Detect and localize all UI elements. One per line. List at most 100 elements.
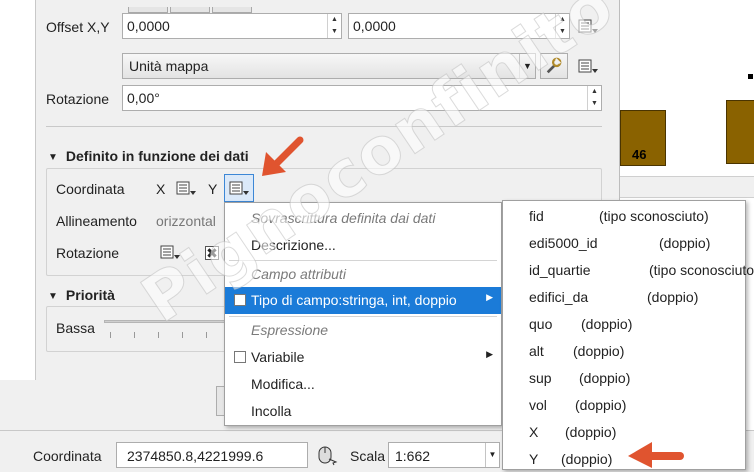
field-type: (doppio)	[565, 424, 617, 440]
priority-low-label: Bassa	[56, 320, 95, 336]
rotation-dd-label: Rotazione	[56, 245, 120, 261]
wrench-icon[interactable]	[540, 53, 568, 79]
units-value: Unità mappa	[129, 58, 209, 74]
statusbar-coordinate-label: Coordinata	[33, 448, 102, 464]
collapse-triangle-icon: ▼	[48, 291, 58, 302]
field-submenu-item[interactable]: fid (tipo sconosciuto)	[503, 203, 745, 230]
field-submenu-item[interactable]: vol (doppio)	[503, 392, 745, 419]
field-type: (doppio)	[573, 343, 625, 359]
data-defined-group-title-text: Definito in funzione dei dati	[65, 148, 249, 164]
field-type: (tipo sconosciuto)	[649, 262, 754, 278]
menu-item-label: Modifica...	[251, 376, 315, 392]
data-defined-icon[interactable]	[156, 239, 184, 265]
field-submenu-item[interactable]: edi5000_id (doppio)	[503, 230, 745, 257]
menu-item-label: Variabile	[251, 349, 305, 365]
map-feature-label: 46	[632, 147, 647, 162]
spin-arrows[interactable]: ▲ ▼	[587, 86, 601, 110]
field-submenu-item[interactable]: id_quartie (tipo sconosciuto)	[503, 257, 754, 284]
menu-section-field: Campo attributi	[225, 261, 501, 288]
chevron-down-icon: ▼	[485, 443, 499, 467]
data-defined-icon[interactable]	[574, 53, 602, 79]
scale-combobox[interactable]: 1:662 ▼	[388, 442, 500, 468]
field-submenu-item[interactable]: sup (doppio)	[503, 365, 745, 392]
chevron-down-icon: ▼	[519, 54, 535, 78]
data-defined-group-title[interactable]: ▼ Definito in funzione dei dati	[48, 148, 249, 164]
submenu-arrow-icon: ▶	[486, 349, 493, 359]
rotation-value: 0,00°	[127, 90, 160, 106]
collapse-triangle-icon: ▼	[48, 152, 58, 163]
field-type: (doppio)	[647, 289, 699, 305]
field-name: Y	[529, 451, 539, 467]
map-marker	[748, 74, 753, 79]
rotation-checkbox[interactable]: ✖	[205, 246, 219, 260]
coordinates-label: Coordinata	[56, 181, 125, 197]
field-name: edifici_da	[529, 289, 589, 305]
field-submenu-item[interactable]: quo (doppio)	[503, 311, 745, 338]
coordinate-y-label: Y	[208, 181, 218, 197]
menu-item-paste[interactable]: Incolla	[225, 398, 501, 425]
data-defined-y-button[interactable]	[224, 174, 254, 202]
spin-arrows[interactable]: ▲ ▼	[555, 14, 569, 38]
priority-slider[interactable]	[104, 320, 234, 323]
rotation-label: Rotazione	[46, 91, 110, 107]
coordinate-x-label: X	[156, 181, 166, 197]
slider-tick	[158, 332, 159, 338]
rotation-spinbox[interactable]: 0,00° ▲ ▼	[122, 85, 602, 111]
offset-y-spinbox[interactable]: 0,0000 ▲ ▼	[348, 13, 570, 39]
menu-section-label: Sovrascrittura definita dai dati	[251, 210, 436, 226]
slider-tick	[206, 332, 207, 338]
field-name: sup	[529, 370, 552, 386]
alignment-label: Allineamento	[56, 213, 137, 229]
field-name: X	[529, 424, 539, 440]
field-submenu-item[interactable]: X (doppio)	[503, 419, 745, 446]
field-type: (doppio)	[581, 316, 633, 332]
submenu-arrow-icon: ▶	[486, 292, 493, 302]
menu-item-edit[interactable]: Modifica...	[225, 371, 501, 398]
slider-tick	[134, 332, 135, 338]
field-type: (doppio)	[561, 451, 613, 467]
data-defined-icon[interactable]	[172, 175, 200, 201]
field-type: (doppio)	[575, 397, 627, 413]
menu-checkbox	[234, 351, 246, 363]
menu-item-field-type[interactable]: Tipo di campo:stringa, int, doppio ▶	[225, 287, 501, 314]
priority-group-title-text: Priorità	[65, 287, 115, 303]
spin-arrows[interactable]: ▲ ▼	[327, 14, 341, 38]
coordinate-value: 2374850.8,4221999.6	[127, 448, 264, 464]
offset-x-value: 0,0000	[127, 18, 170, 34]
menu-item-description[interactable]: Descrizione...	[225, 232, 501, 259]
coordinate-field[interactable]: 2374850.8,4221999.6	[116, 442, 308, 468]
top-button-row	[128, 0, 258, 13]
menu-item-label: Incolla	[251, 403, 292, 419]
field-submenu-item[interactable]: edifici_da (doppio)	[503, 284, 745, 311]
menu-section-override: Sovrascrittura definita dai dati	[225, 205, 501, 232]
divider	[46, 126, 602, 127]
field-submenu: fid (tipo sconosciuto) edi5000_id (doppio) i…	[502, 200, 754, 472]
menu-item-label: Tipo di campo:stringa, int, doppio	[251, 292, 457, 308]
field-name: vol	[529, 397, 547, 413]
field-submenu-item[interactable]: Y (doppio)	[503, 446, 745, 472]
units-combobox[interactable]: Unità mappa ▼	[122, 53, 536, 79]
panel-edge	[620, 176, 754, 198]
offset-x-spinbox[interactable]: 0,0000 ▲ ▼	[122, 13, 342, 39]
field-type: (doppio)	[659, 235, 711, 251]
menu-item-variable[interactable]: Variabile ▶	[225, 344, 501, 371]
menu-section-expression: Espressione	[225, 317, 501, 344]
field-type: (doppio)	[579, 370, 631, 386]
offset-y-value: 0,0000	[353, 18, 396, 34]
dialog-left-panel	[0, 0, 36, 380]
field-submenu-item[interactable]: alt (doppio)	[503, 338, 745, 365]
priority-group-title[interactable]: ▼ Priorità	[48, 287, 115, 303]
data-defined-context-menu: Sovrascrittura definita dai dati Descriz…	[224, 202, 502, 426]
scale-value: 1:662	[395, 448, 431, 464]
field-name: alt	[529, 343, 544, 359]
mouse-pointer-icon[interactable]	[314, 444, 338, 466]
menu-item-label: Descrizione...	[251, 237, 336, 253]
statusbar-scale-label: Scala	[350, 448, 386, 464]
data-defined-icon[interactable]	[574, 13, 602, 39]
map-polygon	[726, 100, 754, 164]
field-type: (tipo sconosciuto)	[599, 208, 709, 224]
menu-section-label: Campo attributi	[251, 266, 346, 282]
field-name: quo	[529, 316, 553, 332]
alignment-value: orizzontal	[156, 213, 216, 229]
menu-checkbox	[234, 294, 246, 306]
